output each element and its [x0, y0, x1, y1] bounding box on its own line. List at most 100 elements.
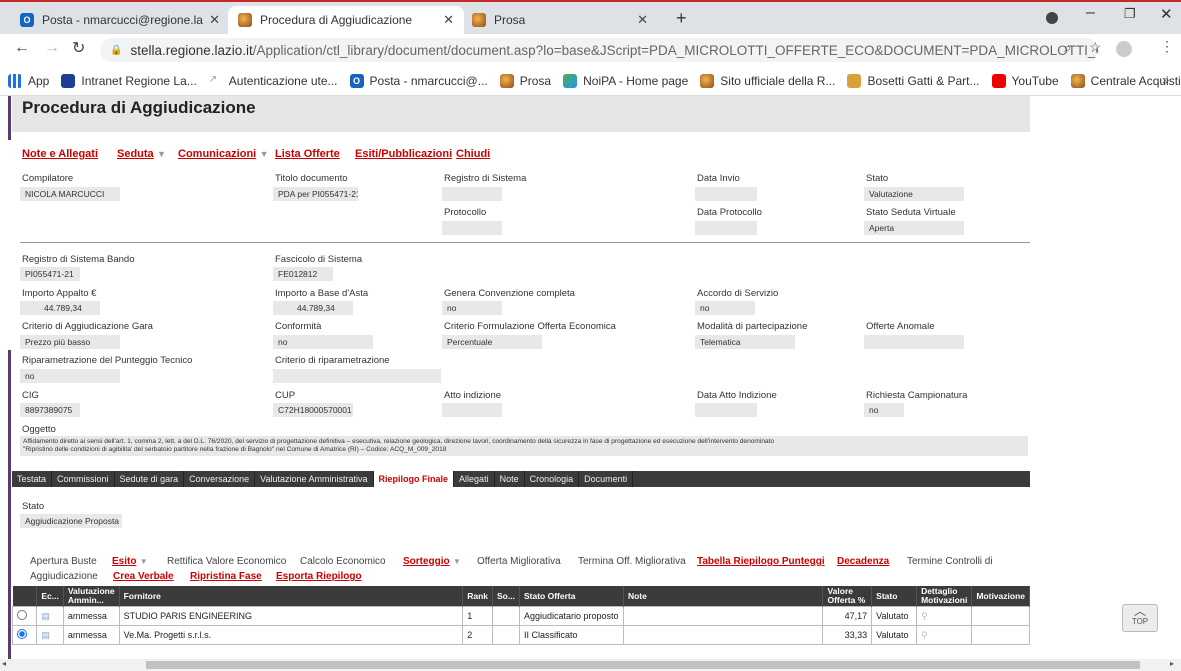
col-motivazione[interactable]: Motivazione	[971, 586, 1030, 607]
apps-grid-icon	[8, 73, 22, 88]
termina-migliorativa-button[interactable]: Termina Off. Migliorativa	[578, 553, 686, 567]
menu-comunicazioni[interactable]: Comunicazioni ▼	[178, 146, 269, 160]
tab-documenti[interactable]: Documenti	[579, 471, 634, 487]
col-so[interactable]: So...	[492, 586, 520, 607]
col-valutazione[interactable]: Valutazione Ammin...	[63, 586, 120, 607]
url-input[interactable]: 🔒 stella.regione.lazio.it /Application/c…	[100, 38, 1098, 62]
calcolo-button[interactable]: Calcolo Economico	[300, 553, 386, 567]
dettaglio-cell[interactable]: ⚲	[916, 625, 973, 645]
tab-commissioni[interactable]: Commissioni	[52, 471, 115, 487]
bookmark-prosa[interactable]: Prosa	[499, 73, 551, 88]
browser-tab-procedura[interactable]: Procedura di Aggiudicazione ✕	[228, 6, 464, 34]
tab-conversazione[interactable]: Conversazione	[184, 471, 256, 487]
close-tab-icon[interactable]: ✕	[443, 12, 454, 28]
magnifier-icon[interactable]: ⚲	[921, 630, 928, 640]
criterio-field: Prezzo più basso	[20, 335, 120, 349]
menu-kebab-icon[interactable]: ⋮	[1160, 38, 1174, 55]
tab-cronologia[interactable]: Cronologia	[525, 471, 580, 487]
scroll-right-icon[interactable]: ▸	[1170, 659, 1174, 668]
restore-icon[interactable]: ❐	[1124, 6, 1136, 22]
tab-testata[interactable]: Testata	[12, 471, 53, 487]
minimize-icon[interactable]: –	[1086, 4, 1095, 22]
col-note[interactable]: Note	[623, 586, 824, 607]
tab-valutazione-amministrativa[interactable]: Valutazione Amministrativa	[255, 471, 374, 487]
radio-selected-icon[interactable]	[17, 629, 27, 639]
star-icon[interactable]: ☆	[1089, 39, 1102, 56]
menu-note-allegati[interactable]: Note e Allegati	[22, 146, 98, 160]
zoom-icon[interactable]: ⌕	[1064, 40, 1071, 56]
menu-seduta[interactable]: Seduta ▼	[117, 146, 166, 160]
table-row[interactable]: ▤ ammessa Ve.Ma. Progetti s.r.l.s. 2 II …	[11, 625, 1030, 645]
bookmark-bosetti[interactable]: Bosetti Gatti & Part...	[847, 73, 980, 88]
col-dettaglio[interactable]: Dettaglio Motivazioni	[916, 586, 973, 607]
rettifica-button[interactable]: Rettifica Valore Economico	[167, 553, 286, 567]
base-asta-field: 44.789,34	[273, 301, 353, 315]
globe-icon	[472, 13, 486, 27]
scroll-left-icon[interactable]: ◂	[2, 659, 6, 668]
browser-tab-posta[interactable]: O Posta - nmarcucci@regione.lazio ✕	[10, 6, 230, 34]
esito-button[interactable]: Esito ▼	[112, 553, 148, 567]
col-stato-offerta[interactable]: Stato Offerta	[519, 586, 624, 607]
bookmark-posta[interactable]: O Posta - nmarcucci@...	[349, 73, 488, 88]
apertura-buste-button[interactable]: Apertura Buste	[30, 553, 97, 567]
bookmark-app[interactable]: App	[8, 73, 49, 88]
profile-circle-icon[interactable]	[1046, 12, 1058, 24]
scroll-top-button[interactable]: ︿ TOP	[1122, 604, 1158, 632]
row-radio[interactable]	[11, 606, 38, 626]
offerta-migliorativa-button[interactable]: Offerta Migliorativa	[477, 553, 561, 567]
browser-tab-prosa[interactable]: Prosa ✕	[462, 6, 658, 34]
document-icon[interactable]: ▤	[36, 625, 64, 645]
decadenza-button[interactable]: Decadenza	[837, 553, 889, 567]
forward-icon[interactable]: →	[44, 39, 60, 57]
ripristina-fase-button[interactable]: Ripristina Fase	[190, 568, 262, 582]
back-icon[interactable]: ←	[14, 39, 30, 57]
bookmarks-more-button[interactable]: »	[1162, 72, 1169, 87]
tab-allegati[interactable]: Allegati	[454, 471, 495, 487]
crea-verbale-button[interactable]: Crea Verbale	[113, 568, 174, 582]
stato-offerta-cell: II Classificato	[518, 625, 624, 645]
reload-icon[interactable]: ↻	[72, 38, 85, 58]
magnifier-icon[interactable]: ⚲	[921, 611, 928, 621]
oggetto-field: Affidamento diretto ai sensi dell'art. 1…	[20, 436, 1028, 456]
col-fornitore[interactable]: Fornitore	[119, 586, 464, 607]
esporta-riepilogo-button[interactable]: Esporta Riepilogo	[276, 568, 362, 582]
document-icon[interactable]: ▤	[36, 606, 64, 626]
account-avatar[interactable]	[1116, 41, 1132, 57]
fascicolo-field: FE012812	[273, 267, 333, 281]
tab-note[interactable]: Note	[495, 471, 525, 487]
tab-riepilogo-finale[interactable]: Riepilogo Finale	[373, 471, 455, 487]
col-ec[interactable]: Ec...	[36, 586, 64, 607]
registro-field	[442, 187, 502, 201]
sorteggio-button[interactable]: Sorteggio ▼	[403, 553, 461, 567]
radio-unselected-icon[interactable]	[17, 610, 27, 620]
bookmark-sito-regione[interactable]: Sito ufficiale della R...	[700, 73, 835, 88]
menu-lista-offerte[interactable]: Lista Offerte	[275, 146, 340, 160]
col-valore[interactable]: Valore Offerta %	[822, 586, 873, 607]
dropdown-caret-icon: ▼	[453, 557, 461, 566]
close-tab-icon[interactable]: ✕	[637, 12, 648, 28]
horizontal-scrollbar-thumb[interactable]	[146, 661, 1140, 669]
dettaglio-cell[interactable]: ⚲	[916, 606, 973, 626]
new-tab-button[interactable]: +	[676, 8, 687, 29]
col-rank[interactable]: Rank	[462, 586, 494, 607]
col-stato[interactable]: Stato	[871, 586, 918, 607]
tab-sedute-di-gara[interactable]: Sedute di gara	[115, 471, 185, 487]
valore-cell: 33,33	[822, 625, 873, 645]
termine-controlli-button[interactable]: Termine Controlli di	[907, 553, 993, 567]
menu-esiti-pubblicazioni[interactable]: Esiti/Pubblicazioni	[355, 146, 452, 160]
cig-label: CIG	[22, 390, 39, 401]
close-window-icon[interactable]: ✕	[1160, 5, 1173, 23]
table-row[interactable]: ▤ ammessa STUDIO PARIS ENGINEERING 1 Agg…	[11, 606, 1030, 626]
cup-label: CUP	[275, 390, 296, 401]
bookmark-intranet[interactable]: Intranet Regione La...	[61, 73, 197, 88]
tabella-riepilogo-button[interactable]: Tabella Riepilogo Punteggi	[697, 553, 825, 567]
aggiudicazione-button[interactable]: Aggiudicazione	[30, 568, 98, 582]
titolo-field: PDA per PI055471-21	[273, 187, 358, 201]
row-radio[interactable]	[11, 625, 38, 645]
close-tab-icon[interactable]: ✕	[209, 12, 220, 28]
rank-cell: 1	[462, 606, 494, 626]
bookmark-noipa[interactable]: NoiPA - Home page	[563, 73, 688, 88]
menu-chiudi[interactable]: Chiudi	[456, 146, 490, 160]
bookmark-youtube[interactable]: YouTube	[991, 73, 1059, 88]
bookmark-autenticazione[interactable]: ↗ Autenticazione ute...	[209, 74, 338, 88]
